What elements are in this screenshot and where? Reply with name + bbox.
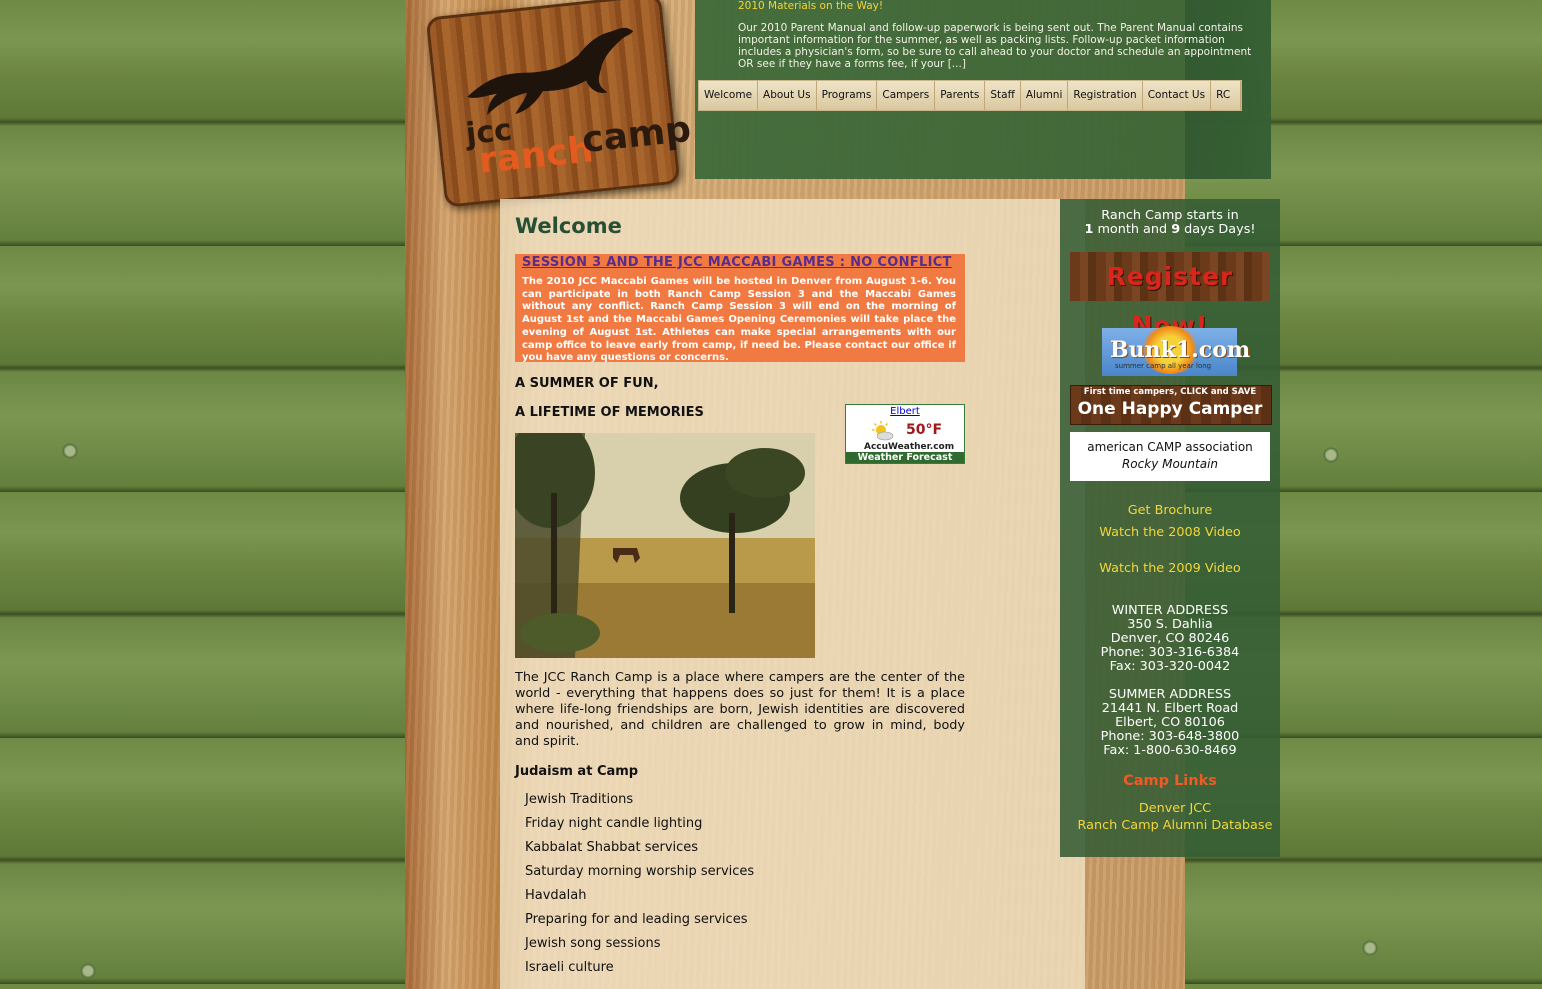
list-item: Kabbalat Shabbat services <box>525 840 699 855</box>
summer-fax: Fax: 1-800-630-8469 <box>1103 743 1237 758</box>
countdown-days-label: days Days! <box>1180 222 1256 237</box>
horse-meadow-image <box>515 433 815 658</box>
tagline-1: A SUMMER OF FUN, <box>515 376 659 391</box>
register-now-button[interactable]: Register Now! <box>1070 252 1270 340</box>
nav-staff[interactable]: Staff <box>985 81 1021 110</box>
main-nav: Welcome About Us Programs Campers Parent… <box>698 80 1243 111</box>
alumni-database-link[interactable]: Ranch Camp Alumni Database <box>1065 818 1285 833</box>
intro-paragraph: The JCC Ranch Camp is a place where camp… <box>515 670 965 749</box>
weather-brand: AccuWeather.com <box>864 442 955 452</box>
weather-widget[interactable]: Elbert 50°F AccuWeather.com Weather Fore… <box>845 404 965 464</box>
camp-links-heading: Camp Links <box>1123 773 1217 789</box>
happy-camper-small: First time campers, CLICK and SAVE <box>1083 387 1257 397</box>
summer-heading: SUMMER ADDRESS <box>1108 687 1232 702</box>
bunk1-tagline: summer camp all year long <box>1115 362 1212 370</box>
wood-knot <box>1362 940 1378 956</box>
notice-title[interactable]: SESSION 3 AND THE JCC MACCABI GAMES : NO… <box>522 255 952 270</box>
summer-phone: Phone: 303-648-3800 <box>1100 729 1240 744</box>
winter-street: 350 S. Dahlia <box>1127 617 1213 632</box>
logo-text-camp: camp <box>580 108 693 162</box>
wood-knot <box>1323 447 1339 463</box>
nav-alumni[interactable]: Alumni <box>1020 81 1069 110</box>
winter-fax: Fax: 303-320-0042 <box>1109 659 1231 674</box>
weather-forecast-link[interactable]: Weather Forecast <box>846 452 964 463</box>
news-title[interactable]: 2010 Materials on the Way! <box>738 0 883 12</box>
get-brochure-link[interactable]: Get Brochure <box>1060 503 1280 518</box>
list-item: Israeli culture <box>525 960 614 975</box>
video-2008-link[interactable]: Watch the 2008 Video <box>1060 525 1280 540</box>
ranch-photo <box>515 433 815 658</box>
news-excerpt: Our 2010 Parent Manual and follow-up pap… <box>738 22 1252 70</box>
page-title: Welcome <box>515 214 622 238</box>
list-item: Jewish song sessions <box>525 936 661 951</box>
list-item: Friday night candle lighting <box>525 816 703 831</box>
bunk1-label: Bunk1.com <box>1110 337 1251 363</box>
nav-programs[interactable]: Programs <box>816 81 878 110</box>
nav-parents[interactable]: Parents <box>935 81 986 110</box>
winter-phone: Phone: 303-316-6384 <box>1100 645 1240 660</box>
summer-city: Elbert, CO 80106 <box>1115 715 1225 730</box>
wood-knot <box>62 443 78 459</box>
aca-title: american CAMP association <box>1087 440 1253 454</box>
countdown-line1: Ranch Camp starts in <box>1101 208 1239 223</box>
judaism-heading: Judaism at Camp <box>515 764 639 779</box>
countdown: Ranch Camp starts in 1 month and 9 days … <box>1060 209 1280 237</box>
denver-jcc-link[interactable]: Denver JCC <box>1065 801 1285 816</box>
weather-city-link[interactable]: Elbert <box>846 406 964 417</box>
nav-contact-us[interactable]: Contact Us <box>1142 81 1212 110</box>
notice-text: The 2010 JCC Maccabi Games will be hoste… <box>522 276 956 364</box>
list-item: Saturday morning worship services <box>525 864 755 879</box>
summer-address: SUMMER ADDRESS 21441 N. Elbert Road Elbe… <box>1060 688 1280 758</box>
list-item: Jewish Traditions <box>525 792 634 807</box>
partly-sunny-icon <box>872 421 894 441</box>
aca-region: Rocky Mountain <box>1121 457 1219 471</box>
nav-registration[interactable]: Registration <box>1068 81 1143 110</box>
wood-knot <box>80 963 96 979</box>
judaism-list: Jewish Traditions Friday night candle li… <box>525 792 754 984</box>
weather-temp: 50°F <box>906 422 943 438</box>
tagline-2: A LIFETIME OF MEMORIES <box>515 405 704 420</box>
list-item: Havdalah <box>525 888 587 903</box>
happy-camper-title: One Happy Camper <box>1077 399 1263 419</box>
nav-rc[interactable]: RC <box>1211 81 1242 110</box>
winter-address: WINTER ADDRESS 350 S. Dahlia Denver, CO … <box>1060 604 1280 674</box>
summer-street: 21441 N. Elbert Road <box>1101 701 1239 716</box>
winter-heading: WINTER ADDRESS <box>1111 603 1229 618</box>
nav-about-us[interactable]: About Us <box>758 81 817 110</box>
countdown-months-label: month and <box>1093 222 1172 237</box>
list-item: Preparing for and leading services <box>525 912 748 927</box>
winter-city: Denver, CO 80246 <box>1110 631 1230 646</box>
site-logo[interactable]: jcc ranch camp <box>425 0 693 208</box>
nav-campers[interactable]: Campers <box>877 81 936 110</box>
nav-welcome[interactable]: Welcome <box>699 81 759 110</box>
countdown-days: 9 <box>1171 222 1181 237</box>
video-2009-link[interactable]: Watch the 2009 Video <box>1060 561 1280 576</box>
horse-icon <box>467 27 634 115</box>
